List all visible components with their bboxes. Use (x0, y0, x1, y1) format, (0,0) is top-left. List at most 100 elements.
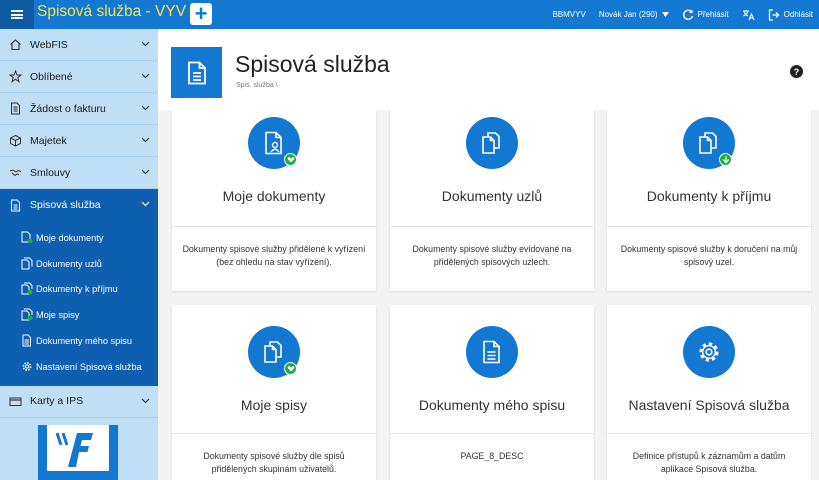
page-title: Spisová služba (235, 51, 390, 77)
database-name: BBMVYV (552, 10, 586, 19)
submenu-item-nastaveni[interactable]: Nastavení Spisová služba (0, 354, 158, 380)
chevron-down-icon (141, 105, 150, 111)
menu-toggle-button[interactable] (0, 0, 34, 29)
documents-icon (683, 117, 735, 169)
chevron-down-icon (141, 398, 150, 404)
card-moje-dokumenty[interactable]: Moje dokumenty Dokumenty spisové služby … (172, 110, 376, 291)
submenu-label: Moje spisy (36, 310, 80, 321)
sidebar-item-label: WebFIS (30, 38, 68, 51)
card-dokumenty-meho-spisu[interactable]: Dokumenty mého spisu PAGE_8_DESC (390, 305, 594, 480)
card-title: Nastavení Spisová služba (628, 397, 790, 413)
card-moje-spisy[interactable]: Moje spisy Dokumenty spisové služby dle … (172, 305, 376, 480)
card-divider (172, 433, 376, 434)
logout-button[interactable]: Odhlásit (768, 8, 813, 21)
submenu-item-dokumenty-k-prijmu[interactable]: Dokumenty k příjmu (0, 277, 158, 303)
chevron-down-icon (141, 137, 150, 143)
logout-icon (768, 8, 780, 21)
submenu-item-dokumenty-meho-spisu[interactable]: Dokumenty mého spisu (0, 328, 158, 354)
gear-icon (20, 360, 34, 374)
check-badge-icon (284, 153, 297, 166)
breadcrumb[interactable]: Spis. služba \ (236, 82, 278, 89)
sidebar-item-spisova-sluzba[interactable]: Spisová služba (0, 189, 158, 221)
refresh-icon (682, 9, 693, 20)
documents-download-icon (20, 282, 34, 296)
card-title: Dokumenty uzlů (441, 188, 543, 204)
sidebar-item-zadost-o-fakturu[interactable]: Žádost o fakturu (0, 93, 158, 125)
user-document-icon (248, 117, 300, 169)
card-title: Dokumenty k příjmu (646, 188, 772, 204)
submenu-label: Nastavení Spisová služba (36, 361, 142, 372)
download-badge-icon (719, 153, 732, 166)
card-divider (607, 433, 811, 434)
card-description: PAGE_8_DESC (460, 451, 524, 461)
logo-mark-icon (55, 432, 93, 467)
submenu-item-moje-spisy[interactable]: Moje spisy (0, 302, 158, 328)
document-icon (8, 102, 22, 116)
chevron-down-icon (141, 169, 150, 175)
new-button[interactable]: + (190, 3, 212, 25)
submenu-label: Dokumenty k příjmu (36, 284, 118, 295)
card-description: Dokumenty spisové služby dle spisů přidě… (203, 451, 345, 474)
documents-icon (466, 117, 518, 169)
user-name: Novák Jan (290) (598, 10, 658, 19)
sidebar-item-label: Oblíbené (30, 70, 73, 83)
relogin-label: Přehlásit (697, 10, 729, 19)
sidebar-item-majetek[interactable]: Majetek (0, 125, 158, 157)
chevron-down-icon (141, 73, 150, 79)
user-document-icon (20, 231, 34, 245)
top-bar: Spisová služba - VYV + BBMVYV Novák Jan … (0, 0, 819, 29)
card-icon (8, 394, 22, 408)
card-divider (172, 226, 376, 227)
submenu-label: Dokumenty uzlů (36, 258, 102, 269)
sidebar: WebFIS Oblíbené Žádost o fakturu Majetek… (0, 29, 158, 480)
chevron-down-icon (141, 41, 150, 47)
relogin-button[interactable]: Přehlásit (682, 9, 729, 21)
sidebar-item-label: Spisová služba (30, 199, 101, 211)
sidebar-item-webfis[interactable]: WebFIS (0, 29, 158, 61)
home-icon (8, 38, 22, 52)
caret-down-icon (661, 12, 669, 17)
help-icon[interactable]: ? (790, 65, 803, 78)
spisova-sluzba-submenu: Moje dokumenty Dokumenty uzlů Dokumenty … (0, 221, 158, 386)
sidebar-item-label: Žádost o fakturu (30, 102, 106, 115)
sidebar-item-label: Smlouvy (30, 166, 71, 179)
card-title: Moje dokumenty (222, 188, 326, 204)
document-icon (8, 198, 22, 212)
logo-panel (47, 425, 109, 471)
chevron-down-icon (141, 201, 150, 207)
sidebar-item-label: Karty a IPS (30, 395, 84, 408)
handshake-icon (8, 166, 22, 180)
header-document-icon (171, 47, 222, 98)
submenu-item-dokumenty-uzlu[interactable]: Dokumenty uzlů (0, 251, 158, 277)
submenu-label: Moje dokumenty (36, 232, 104, 243)
logout-label: Odhlásit (783, 10, 813, 19)
documents-check-icon (20, 308, 34, 322)
card-title: Dokumenty mého spisu (418, 397, 566, 413)
user-menu[interactable]: Novák Jan (290) (599, 10, 669, 19)
card-dokumenty-uzlu[interactable]: Dokumenty uzlů Dokumenty spisové služby … (390, 110, 594, 291)
documents-icon (20, 257, 34, 271)
sidebar-item-oblibene[interactable]: Oblíbené (0, 61, 158, 93)
box-icon (8, 134, 22, 148)
card-description: Dokumenty spisové služby přidělené k vyř… (182, 244, 366, 267)
card-description: Dokumenty spisové služby k doručení na m… (620, 244, 798, 267)
app-title[interactable]: Spisová služba - VYV (37, 3, 186, 21)
sidebar-item-label: Majetek (30, 134, 67, 147)
page-header: Spisová služba Spis. služba \ ? (158, 29, 819, 110)
sidebar-item-karty-a-ips[interactable]: Karty a IPS (0, 386, 158, 418)
card-description: Definice přístupů k záznamům a datům apl… (632, 451, 786, 474)
submenu-item-moje-dokumenty[interactable]: Moje dokumenty (0, 225, 158, 251)
submenu-label: Dokumenty mého spisu (36, 336, 133, 347)
card-nastaveni-spisova-sluzba[interactable]: Nastavení Spisová služba Definice přístu… (607, 305, 811, 480)
language-button[interactable] (742, 9, 755, 21)
card-divider (607, 226, 811, 227)
check-badge-icon (284, 362, 297, 375)
gear-icon (683, 326, 735, 378)
sidebar-item-smlouvy[interactable]: Smlouvy (0, 157, 158, 189)
card-dokumenty-k-prijmu[interactable]: Dokumenty k příjmu Dokumenty spisové slu… (607, 110, 811, 291)
document-icon (466, 326, 518, 378)
star-icon (8, 70, 22, 84)
card-description: Dokumenty spisové služby evidované na př… (412, 244, 572, 267)
card-title: Moje spisy (240, 397, 308, 413)
hamburger-icon (11, 10, 23, 19)
